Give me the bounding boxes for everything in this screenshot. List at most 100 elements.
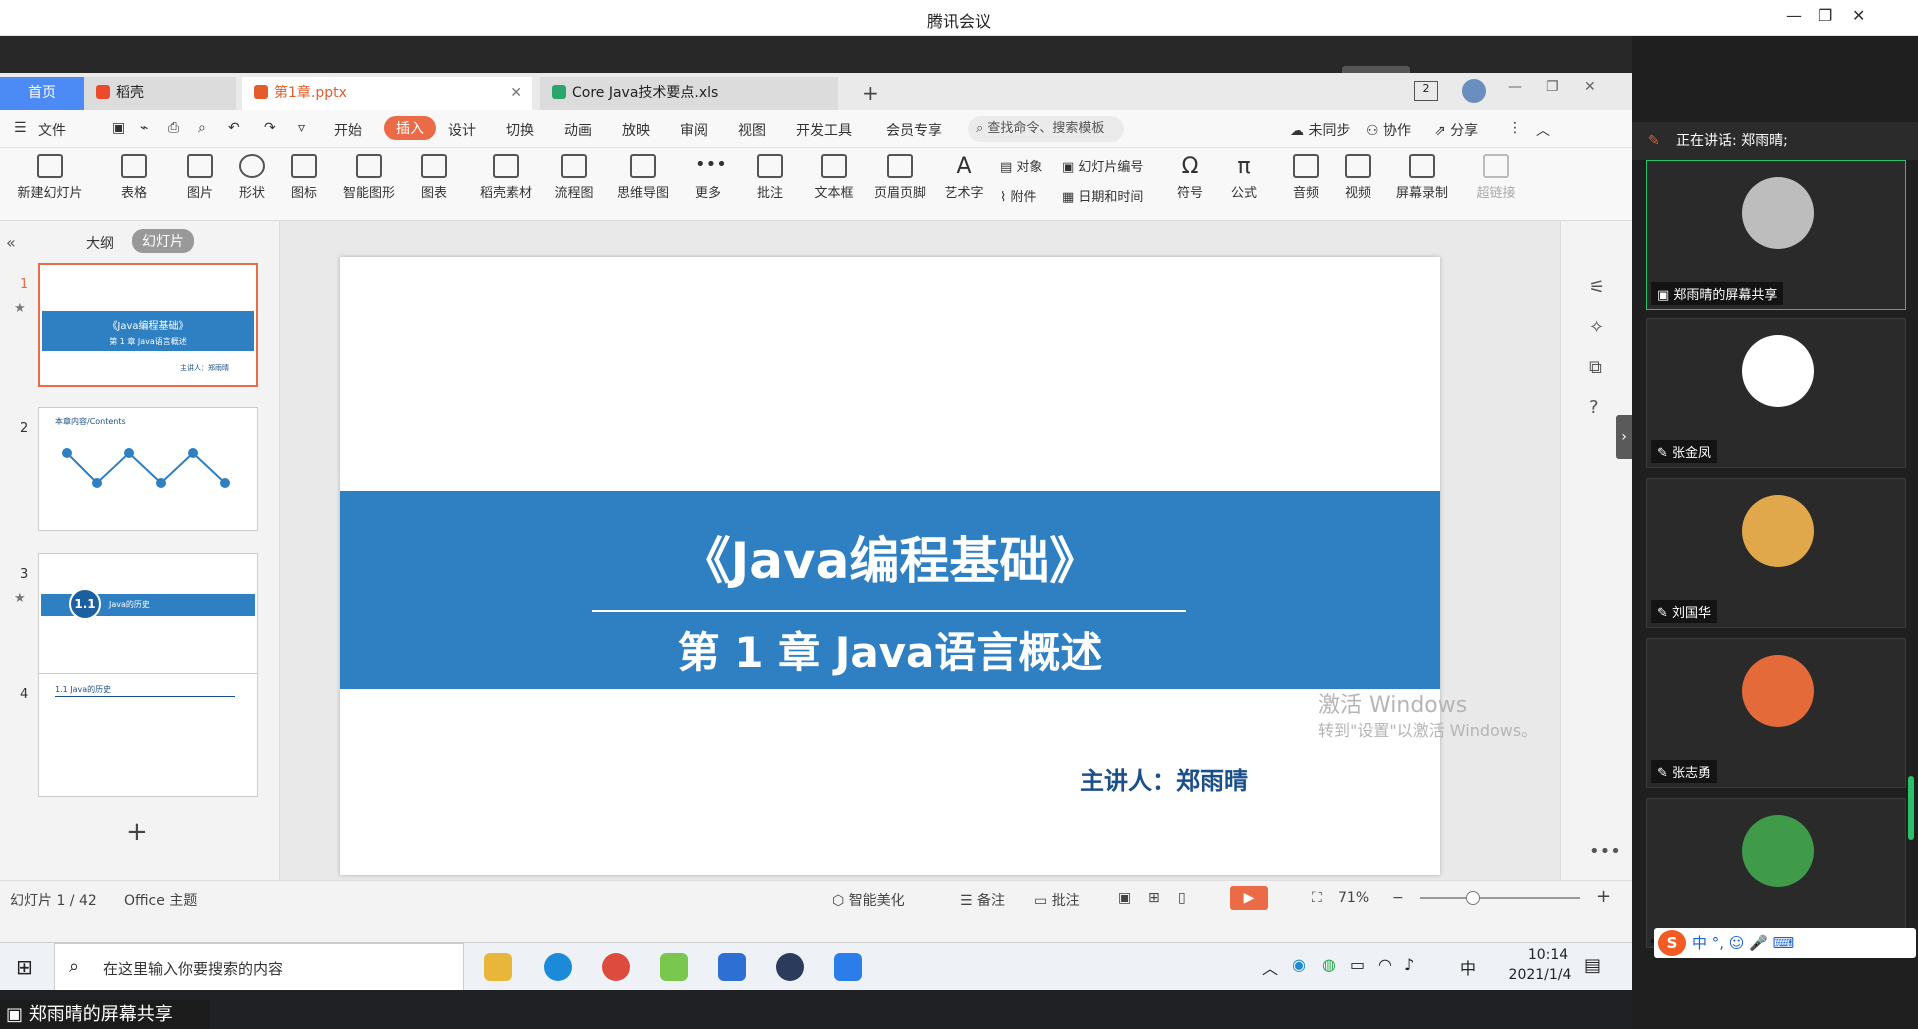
attachment-button[interactable]: ⌇ 附件 (1000, 186, 1037, 205)
notes-button[interactable]: ☰ 备注 (960, 890, 1005, 910)
file-explorer-icon[interactable] (484, 953, 512, 981)
zoom-out-button[interactable]: − (1392, 890, 1404, 906)
more-icon[interactable]: ••• (1589, 841, 1621, 862)
shape-button[interactable]: 形状 (228, 154, 276, 201)
more-quick-icon[interactable]: ▿ (298, 120, 305, 136)
copy-icon[interactable]: ⧉ (1589, 357, 1602, 378)
command-search[interactable]: ⌕ 查找命令、搜索模板 (968, 116, 1124, 142)
menu-insert[interactable]: 插入 (384, 116, 436, 140)
slide-thumb-1[interactable]: 《Java编程基础》 第 1 章 Java语言概述 主讲人：郑雨晴 (38, 263, 258, 387)
volume-icon[interactable]: ♪ (1404, 955, 1414, 974)
slide-thumb-2[interactable]: 本章内容/Contents (38, 407, 258, 531)
zoom-slider-thumb[interactable] (1466, 891, 1480, 905)
docer-material-button[interactable]: 稻壳素材 (474, 154, 538, 201)
menu-transition[interactable]: 切换 (506, 120, 534, 140)
tab-home[interactable]: 首页 (0, 77, 84, 110)
collapse-pane-icon[interactable]: « (6, 233, 16, 252)
grid-view-icon[interactable]: ⊞ (1148, 890, 1160, 906)
hyperlink-button[interactable]: 超链接 (1468, 154, 1524, 201)
collapse-ribbon-icon[interactable]: ︿ (1536, 120, 1550, 140)
current-slide[interactable]: 《Java编程基础》 第 1 章 Java语言概述 主讲人：郑雨晴 (340, 257, 1440, 875)
participant-tile[interactable]: ✎ 张金凤 (1646, 318, 1906, 468)
expand-panel-icon[interactable]: › (1616, 415, 1632, 459)
wifi-icon[interactable]: ◠ (1378, 955, 1392, 974)
slide-number-button[interactable]: ▣ 幻灯片编号 (1062, 156, 1143, 175)
avatar[interactable] (1462, 79, 1486, 103)
add-slide-button[interactable]: + (126, 817, 148, 847)
icon-button[interactable]: 图标 (280, 154, 328, 201)
ime-toolbar[interactable]: S 中 °, ☺ 🎤 ⌨ (1654, 928, 1916, 958)
comment-button[interactable]: 批注 (750, 154, 790, 201)
menu-animation[interactable]: 动画 (564, 120, 592, 140)
eclipse-icon[interactable] (776, 953, 804, 981)
beautify-button[interactable]: ⬡ 智能美化 (832, 890, 905, 910)
settings-sliders-icon[interactable]: ⚟ (1589, 277, 1605, 298)
menu-design[interactable]: 设计 (448, 120, 476, 140)
clock-time[interactable]: 10:14 (1510, 947, 1586, 963)
menu-devtools[interactable]: 开发工具 (796, 120, 852, 140)
menu-slideshow[interactable]: 放映 (622, 120, 650, 140)
format-painter-icon[interactable]: ⌁ (140, 120, 148, 136)
menu-file[interactable]: 文件 (38, 120, 66, 140)
zoom-value[interactable]: 71% (1338, 890, 1369, 906)
minimize-icon[interactable]: — (1508, 79, 1522, 95)
formula-button[interactable]: π 公式 (1220, 154, 1268, 201)
taskbar-search[interactable]: ⌕ 在这里输入你要搜索的内容 (54, 943, 464, 991)
app-flower-icon[interactable] (660, 953, 688, 981)
slide-thumb-3[interactable]: 1.1 Java的历史 (38, 553, 258, 677)
screen-record-button[interactable]: 屏幕录制 (1390, 154, 1454, 201)
chart-button[interactable]: 图表 (410, 154, 458, 201)
textbox-button[interactable]: 文本框 (806, 154, 862, 201)
zoom-in-button[interactable]: + (1596, 886, 1611, 907)
play-icon[interactable]: ▶ (1230, 886, 1268, 910)
edge-icon[interactable] (544, 953, 572, 981)
tab-pptx[interactable]: 第1章.pptx ✕ (242, 77, 532, 110)
chrome-icon[interactable] (602, 953, 630, 981)
tab-docer[interactable]: 稻壳 (84, 77, 236, 110)
tencent-meeting-icon[interactable] (834, 953, 862, 981)
restore-icon[interactable]: ❐ (1818, 6, 1832, 25)
mindmap-button[interactable]: 思维导图 (610, 154, 676, 201)
redo-icon[interactable]: ↷ (264, 120, 276, 136)
header-footer-button[interactable]: 页眉页脚 (868, 154, 932, 201)
menu-view[interactable]: 视图 (738, 120, 766, 140)
smartart-button[interactable]: 智能图形 (334, 154, 404, 201)
table-button[interactable]: 表格 (110, 154, 158, 201)
window-count-icon[interactable]: 2 (1414, 81, 1438, 101)
new-tab-button[interactable]: + (850, 77, 879, 110)
tray-app-icon[interactable]: ◉ (1292, 955, 1306, 974)
more-button[interactable]: ••• 更多 (684, 154, 732, 201)
datetime-button[interactable]: ▦ 日期和时间 (1062, 186, 1143, 205)
tab-xls[interactable]: Core Java技术要点.xls (540, 77, 838, 110)
new-slide-button[interactable]: 新建幻灯片 (10, 154, 90, 201)
wps-icon[interactable] (718, 953, 746, 981)
zoom-slider[interactable] (1420, 891, 1580, 905)
notification-icon[interactable]: ▤ (1584, 955, 1601, 976)
audio-button[interactable]: 音频 (1282, 154, 1330, 201)
preview-icon[interactable]: ⌕ (198, 120, 206, 136)
hamburger-icon[interactable]: ☰ (14, 120, 27, 136)
flowchart-button[interactable]: 流程图 (546, 154, 602, 201)
battery-icon[interactable]: ▭ (1350, 955, 1365, 974)
menu-member[interactable]: 会员专享 (886, 120, 942, 140)
collab-button[interactable]: ⚇ 协作 (1366, 120, 1411, 140)
participant-tile[interactable] (1646, 798, 1906, 948)
clock-date[interactable]: 2021/1/4 (1494, 967, 1586, 983)
windows-start-icon[interactable]: ⊞ (16, 955, 33, 979)
tab-slides[interactable]: 幻灯片 (132, 229, 194, 253)
participant-tile[interactable]: ✎ 张志勇 (1646, 638, 1906, 788)
video-button[interactable]: 视频 (1334, 154, 1382, 201)
restore-icon[interactable]: ❐ (1546, 79, 1559, 95)
share-button[interactable]: ⇗ 分享 (1434, 120, 1478, 140)
menu-review[interactable]: 审阅 (680, 120, 708, 140)
comments-button[interactable]: ▭ 批注 (1034, 890, 1080, 910)
fit-window-icon[interactable]: ⛶ (1312, 890, 1322, 906)
print-icon[interactable]: ⎙ (168, 120, 179, 136)
minimize-icon[interactable]: — (1786, 6, 1802, 25)
reading-view-icon[interactable]: ▯ (1178, 890, 1186, 906)
normal-view-icon[interactable]: ▣ (1118, 890, 1131, 906)
tab-outline[interactable]: 大纲 (86, 233, 114, 253)
object-button[interactable]: ▤ 对象 (1000, 156, 1042, 175)
close-icon[interactable]: ✕ (1584, 79, 1596, 95)
tray-security-icon[interactable]: ◍ (1322, 955, 1336, 974)
